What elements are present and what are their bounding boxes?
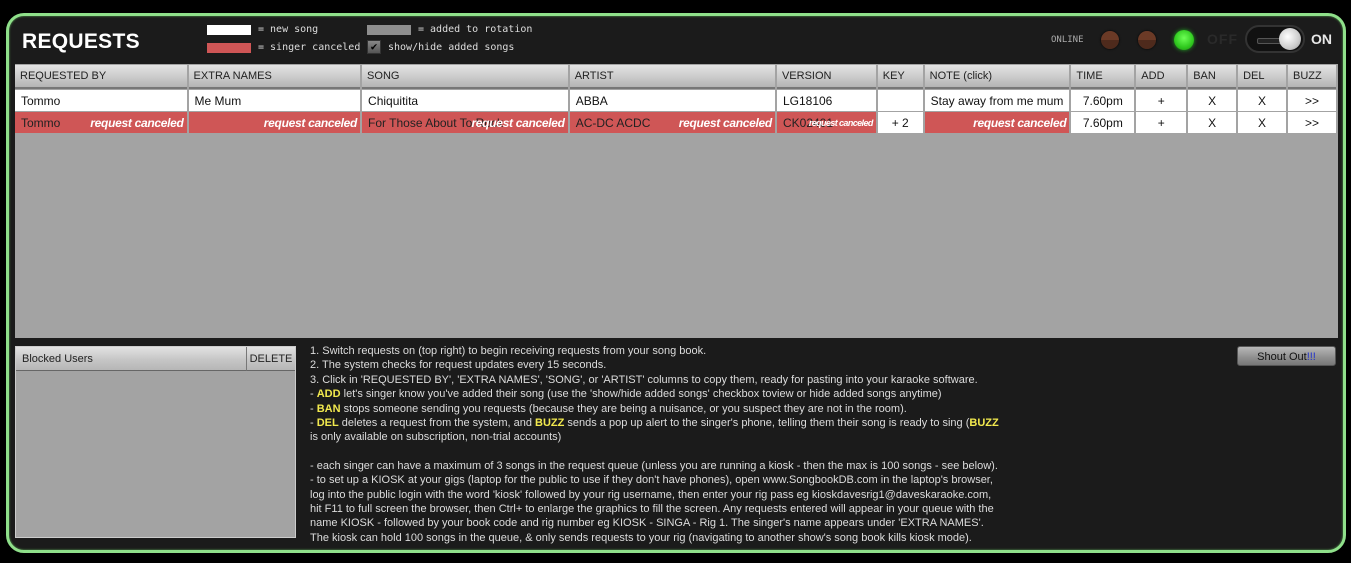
col-header-note[interactable]: NOTE (click) [924,65,1070,89]
help-kiosk-line: log into the public login with the word … [310,488,992,501]
cell-note[interactable]: request canceled [924,112,1070,133]
help-line: 3. Click in 'REQUESTED BY', 'EXTRA NAMES… [310,373,978,386]
cell-version: LG18106 [776,90,876,111]
keyword-buzz: BUZZ [969,417,999,430]
cell-song[interactable]: For Those About To Rock request canceled [362,112,568,133]
col-header-version[interactable]: VERSION [776,65,876,89]
table-row: Tommo request canceled request canceled … [15,112,1336,133]
switch-on-label: ON [1311,31,1332,47]
help-buzz-text: sends a pop up alert to the singer's pho… [564,417,970,430]
cell-requested-by[interactable]: Tommo [15,90,187,111]
keyword-ban: BAN [316,402,341,415]
cell-time: 7.60pm [1071,112,1135,133]
buzz-button[interactable]: >> [1287,112,1336,133]
del-button[interactable]: X [1238,112,1286,133]
blocked-users-header: Blocked Users [16,347,246,371]
requests-grid: REQUESTED BY EXTRA NAMES SONG ARTIST VER… [15,64,1338,338]
help-kiosk-line: - to set up a KIOSK at your gigs (laptop… [310,474,993,487]
shout-out-suffix: !!! [1306,351,1316,363]
shout-out-label: Shout Out [1257,351,1307,363]
cell-key: + 2 [877,112,923,133]
help-line-ban: - BAN stops someone sending you requests… [310,402,907,415]
cell-note[interactable]: Stay away from me mum [924,90,1070,111]
legend-label-new-song: = new song [258,24,319,35]
col-header-extra-names[interactable]: EXTRA NAMES [188,65,361,89]
show-hide-added-songs-label[interactable]: show/hide added songs [388,42,514,53]
table-header-row: REQUESTED BY EXTRA NAMES SONG ARTIST VER… [15,65,1336,89]
legend-swatch-new-song [207,25,251,35]
requests-on-off-switch[interactable] [1245,25,1305,53]
status-indicator-online [1174,30,1194,50]
help-line-add: - ADD let's singer know you've added the… [310,388,942,401]
cell-artist[interactable]: AC-DC ACDC request canceled [569,112,775,133]
add-button[interactable]: + [1136,90,1187,111]
help-line: is only available on subscription, non-t… [310,431,562,444]
col-header-del[interactable]: DEL [1238,65,1286,89]
show-hide-added-songs-checkbox[interactable]: ✔ [367,40,381,54]
help-line-del: - DEL deletes a request from the system,… [310,417,999,430]
canceled-tag: request canceled [973,116,1067,130]
canceled-tag: request canceled [808,118,874,128]
legend-label-singer-canceled: = singer canceled [258,42,361,53]
table-row: Tommo Me Mum Chiquitita ABBA LG18106 Sta… [15,90,1336,111]
help-kiosk-line: The kiosk can hold 100 songs in the queu… [310,531,972,544]
online-label: ONLINE [1051,35,1084,45]
delete-blocked-user-button[interactable]: DELETE [246,347,295,371]
help-line: 2. The system checks for request updates… [310,359,607,372]
switch-off-label: OFF [1207,31,1238,47]
buzz-button[interactable]: >> [1287,90,1336,111]
help-line: 1. Switch requests on (top right) to beg… [310,345,707,357]
ban-button[interactable]: X [1188,112,1237,133]
del-button[interactable]: X [1238,90,1286,111]
cell-extra-names[interactable]: request canceled [188,112,361,133]
status-indicator-1 [1101,31,1119,49]
keyword-buzz: BUZZ [535,417,565,430]
canceled-tag: request canceled [263,116,358,130]
help-kiosk-line: name KIOSK - followed by your book code … [310,517,984,530]
blocked-users-panel: Blocked Users DELETE [15,346,296,538]
add-button[interactable]: + [1136,112,1187,133]
help-kiosk-line: hit F11 to full screen the browser, then… [310,503,994,516]
col-header-key[interactable]: KEY [877,65,923,89]
help-kiosk-line: - each singer can have a maximum of 3 so… [310,459,998,472]
col-header-time[interactable]: TIME [1071,65,1135,89]
canceled-tag: request canceled [90,116,184,130]
legend-swatch-added-to-rotation [367,25,411,35]
cell-time: 7.60pm [1071,90,1135,111]
cell-artist[interactable]: ABBA [569,90,775,111]
requests-table: REQUESTED BY EXTRA NAMES SONG ARTIST VER… [13,64,1338,134]
cell-key [877,90,923,111]
ban-button[interactable]: X [1188,90,1237,111]
artist-value: AC-DC ACDC [575,115,651,130]
shout-out-button[interactable]: Shout Out!!! [1237,346,1336,366]
keyword-add: ADD [316,388,341,401]
help-del-text: deletes a request from the system, and [338,417,535,430]
legend-label-added-to-rotation: = added to rotation [418,24,533,35]
col-header-ban[interactable]: BAN [1188,65,1237,89]
keyword-del: DEL [316,417,339,430]
requested-by-value: Tommo [21,115,61,130]
legend-swatch-singer-canceled [207,43,251,53]
cell-version: CK02401 request canceled [776,112,876,133]
col-header-artist[interactable]: ARTIST [569,65,775,89]
page-title: REQUESTS [22,30,140,53]
cell-song[interactable]: Chiquitita [362,90,568,111]
col-header-buzz[interactable]: BUZZ [1287,65,1336,89]
col-header-song[interactable]: SONG [362,65,568,89]
help-instructions: 1. Switch requests on (top right) to beg… [310,344,1030,545]
help-add-text: let's singer know you've added their son… [340,388,942,401]
status-indicator-2 [1138,31,1156,49]
col-header-add[interactable]: ADD [1136,65,1187,89]
switch-knob[interactable] [1279,28,1301,50]
canceled-tag: request canceled [471,116,565,130]
cell-extra-names[interactable]: Me Mum [188,90,361,111]
canceled-tag: request canceled [678,116,773,130]
help-ban-text: stops someone sending you requests (beca… [340,402,907,415]
col-header-requested-by[interactable]: REQUESTED BY [15,65,187,89]
cell-requested-by[interactable]: Tommo request canceled [15,112,187,133]
